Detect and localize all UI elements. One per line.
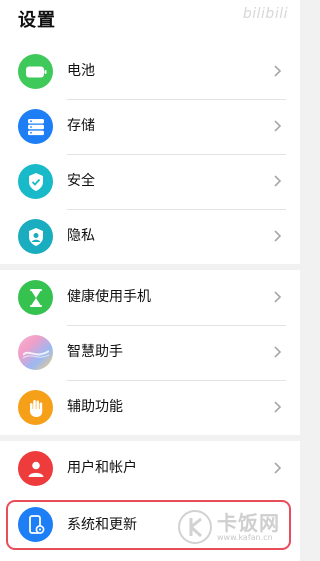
settings-item-label: 系统和更新 bbox=[67, 517, 137, 533]
settings-item-storage[interactable]: 存储 bbox=[0, 99, 300, 154]
chevron-right-icon bbox=[274, 401, 282, 413]
page-title: 设置 bbox=[18, 10, 56, 31]
chevron-right-icon bbox=[274, 65, 282, 77]
security-shield-icon bbox=[18, 164, 53, 199]
smart-assistant-icon bbox=[18, 335, 53, 370]
settings-item-label: 隐私 bbox=[67, 228, 95, 244]
settings-item-users-accounts[interactable]: 用户和帐户 bbox=[0, 441, 300, 496]
settings-item-security[interactable]: 安全 bbox=[0, 154, 300, 209]
storage-icon bbox=[18, 109, 53, 144]
battery-icon bbox=[18, 54, 53, 89]
settings-item-accessibility[interactable]: 辅助功能 bbox=[0, 380, 300, 435]
chevron-right-icon bbox=[274, 346, 282, 358]
settings-item-privacy[interactable]: 隐私 bbox=[0, 209, 300, 264]
system-update-icon bbox=[18, 507, 53, 542]
settings-item-label: 存储 bbox=[67, 118, 95, 134]
hand-icon bbox=[18, 390, 53, 425]
settings-item-digital-balance[interactable]: 健康使用手机 bbox=[0, 270, 300, 325]
chevron-right-icon bbox=[274, 120, 282, 132]
settings-group-assist: 健康使用手机 智慧助手 辅助功能 bbox=[0, 270, 300, 435]
bilibili-watermark: bilibili bbox=[242, 6, 288, 22]
settings-item-label: 健康使用手机 bbox=[67, 289, 151, 305]
user-icon bbox=[18, 451, 53, 486]
settings-item-label: 用户和帐户 bbox=[67, 460, 137, 476]
chevron-right-icon bbox=[274, 230, 282, 242]
settings-item-label: 电池 bbox=[67, 63, 95, 79]
chevron-right-icon bbox=[274, 175, 282, 187]
settings-item-label: 安全 bbox=[67, 173, 95, 189]
app-header: 设置 bilibili bbox=[0, 0, 300, 44]
settings-group-device: 电池 存储 安全 隐私 bbox=[0, 44, 300, 264]
settings-item-label: 辅助功能 bbox=[67, 399, 123, 415]
privacy-icon bbox=[18, 219, 53, 254]
settings-item-system-update[interactable]: 系统和更新 bbox=[6, 500, 291, 550]
chevron-right-icon bbox=[274, 462, 282, 474]
hourglass-icon bbox=[18, 280, 53, 315]
settings-item-battery[interactable]: 电池 bbox=[0, 44, 300, 99]
chevron-right-icon bbox=[274, 291, 282, 303]
settings-item-smart-assistant[interactable]: 智慧助手 bbox=[0, 325, 300, 380]
settings-item-label: 智慧助手 bbox=[67, 344, 123, 360]
